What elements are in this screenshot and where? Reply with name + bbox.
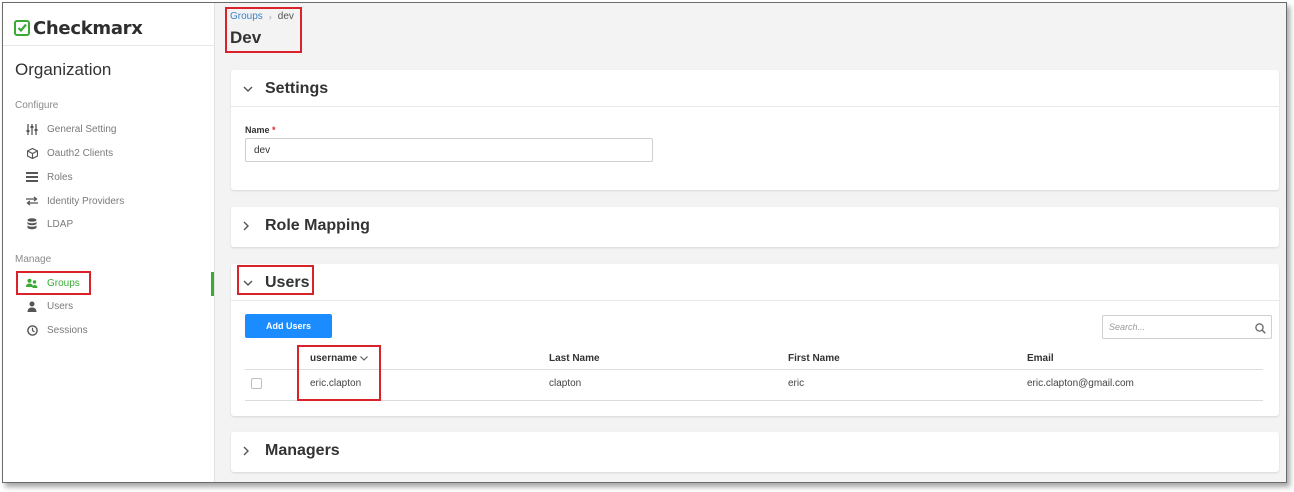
breadcrumb-current: dev <box>277 11 294 22</box>
cell-username: eric.clapton <box>310 378 362 389</box>
exchange-icon <box>25 194 39 208</box>
required-mark: * <box>272 125 276 135</box>
chevron-down-icon <box>360 356 369 361</box>
table-header-divider <box>245 369 1263 370</box>
cell-email: eric.clapton@gmail.com <box>1027 378 1134 389</box>
configure-section-label: Configure <box>15 100 59 111</box>
logo-divider <box>3 45 214 46</box>
column-header-last-name[interactable]: Last Name <box>549 353 600 364</box>
sidebar-item-label: Groups <box>47 277 80 289</box>
sidebar-item-roles[interactable]: Roles <box>25 168 73 186</box>
cell-first-name: eric <box>788 378 805 389</box>
chevron-right-icon <box>243 446 255 456</box>
app-window: Checkmarx Organization Configure General… <box>2 2 1287 483</box>
sidebar-item-label: LDAP <box>47 218 74 230</box>
role-mapping-title: Role Mapping <box>265 217 370 234</box>
sidebar-item-groups[interactable]: Groups <box>25 274 80 292</box>
sidebar-item-sessions[interactable]: Sessions <box>25 321 88 339</box>
organization-title: Organization <box>15 60 112 79</box>
cell-last-name: clapton <box>549 378 582 389</box>
add-users-button[interactable]: Add Users <box>245 314 332 338</box>
database-icon <box>25 217 39 231</box>
sidebar-item-label: Users <box>47 300 74 312</box>
column-header-first-name[interactable]: First Name <box>788 353 840 364</box>
manage-section-label: Manage <box>15 254 52 265</box>
cube-icon <box>25 146 39 160</box>
sidebar-item-label: Roles <box>47 171 73 183</box>
name-label-text: Name <box>245 125 270 135</box>
sidebar-item-oauth2-clients[interactable]: Oauth2 Clients <box>25 144 113 162</box>
breadcrumb: Groups › dev <box>230 11 294 22</box>
search-input[interactable] <box>1103 316 1260 338</box>
column-header-email[interactable]: Email <box>1027 353 1054 364</box>
sidebar-item-users[interactable]: Users <box>25 297 73 315</box>
divider <box>231 300 1279 301</box>
users-icon <box>25 276 39 290</box>
managers-title: Managers <box>265 442 340 459</box>
managers-card: Managers <box>231 432 1279 472</box>
sidebar-item-label: General Setting <box>47 123 117 135</box>
users-title: Users <box>265 274 310 291</box>
clock-icon <box>25 323 39 337</box>
chevron-down-icon <box>243 86 255 92</box>
managers-header[interactable]: Managers <box>243 432 340 470</box>
page-title: Dev <box>230 28 262 47</box>
column-header-username[interactable]: username <box>310 353 369 364</box>
sidebar-item-general-setting[interactable]: General Setting <box>25 120 117 138</box>
users-header[interactable]: Users <box>243 264 309 302</box>
chevron-right-icon <box>243 221 255 231</box>
name-field[interactable] <box>245 138 653 162</box>
role-mapping-header[interactable]: Role Mapping <box>243 207 370 245</box>
active-indicator <box>211 272 214 296</box>
divider <box>231 106 1279 107</box>
search-box <box>1102 315 1272 339</box>
logo-text: Checkmarx <box>33 17 143 39</box>
search-icon[interactable] <box>1255 321 1266 339</box>
list-icon <box>25 170 39 184</box>
role-mapping-card: Role Mapping <box>231 207 1279 247</box>
row-checkbox[interactable] <box>251 378 262 389</box>
chevron-down-icon <box>243 280 255 286</box>
table-row-divider <box>245 400 1263 401</box>
sidebar-item-ldap[interactable]: LDAP <box>25 215 73 233</box>
settings-card: Settings Name * <box>231 70 1279 190</box>
users-card: Users Add Users username Last Name First… <box>231 264 1279 416</box>
breadcrumb-separator: › <box>268 11 272 22</box>
sidebar: Checkmarx Organization Configure General… <box>3 3 215 482</box>
checkmarx-logo[interactable]: Checkmarx <box>14 16 143 40</box>
name-field-label: Name * <box>245 125 276 135</box>
sidebar-item-label: Identity Providers <box>47 195 125 207</box>
sidebar-item-identity-providers[interactable]: Identity Providers <box>25 192 124 210</box>
column-header-label: username <box>310 353 358 364</box>
user-icon <box>25 299 39 313</box>
settings-header[interactable]: Settings <box>243 70 328 108</box>
logo-check-icon <box>14 20 30 36</box>
settings-title: Settings <box>265 80 329 97</box>
breadcrumb-groups-link[interactable]: Groups <box>230 11 263 22</box>
sidebar-item-label: Oauth2 Clients <box>47 147 114 159</box>
sliders-icon <box>25 122 39 136</box>
sidebar-item-label: Sessions <box>47 324 88 336</box>
